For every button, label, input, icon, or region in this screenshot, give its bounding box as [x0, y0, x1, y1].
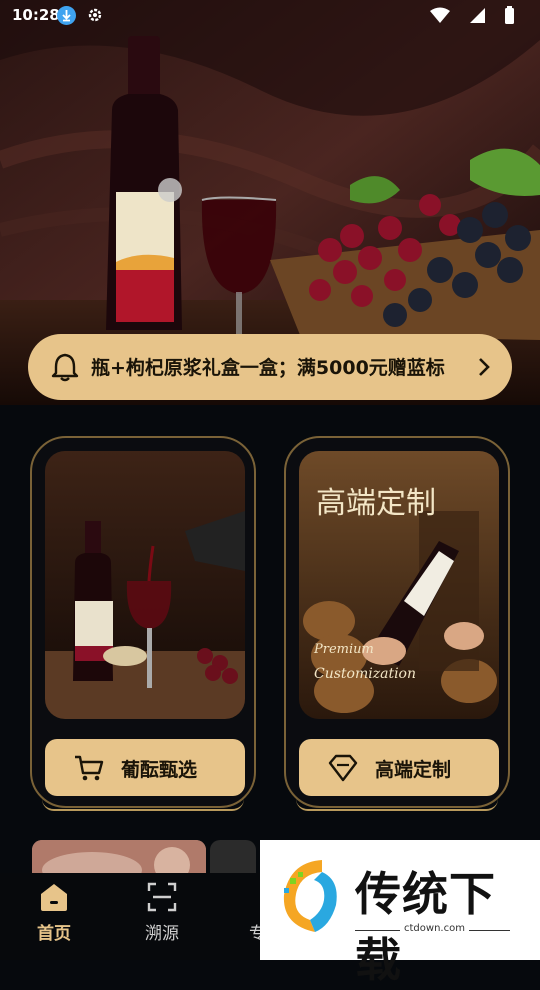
wine-selection-card[interactable]: 葡酝甄选 — [30, 436, 256, 811]
wifi-icon — [430, 7, 450, 23]
wine-selection-label: 葡酝甄选 — [121, 759, 198, 781]
tab-trace-label: 溯源 — [145, 924, 179, 944]
status-bar: 10:28 — [0, 0, 540, 32]
diamond-icon — [328, 754, 358, 782]
home-icon — [41, 884, 67, 911]
announcement-bar[interactable]: 瓶+枸杞原浆礼盒一盒；满5000元赠蓝标 — [28, 334, 512, 400]
watermark-logo-icon — [283, 860, 337, 932]
status-time: 10:28 — [12, 6, 60, 24]
card-glow — [296, 799, 498, 811]
card-glow — [42, 799, 244, 811]
scan-icon — [147, 882, 177, 912]
custom-image-subtitle-2: Customization — [314, 666, 416, 682]
battery-icon — [505, 8, 514, 24]
wine-selection-button[interactable]: 葡酝甄选 — [45, 739, 245, 796]
bell-icon — [51, 353, 79, 382]
wine-selection-image[interactable] — [45, 451, 245, 719]
tab-home-label: 首页 — [37, 924, 71, 944]
chevron-right-icon[interactable] — [476, 356, 492, 378]
cart-icon — [75, 755, 104, 781]
download-icon — [57, 6, 76, 25]
announcement-text: 瓶+枸杞原浆礼盒一盒；满5000元赠蓝标 — [91, 357, 445, 379]
watermark-url: ctdown.com — [400, 923, 469, 934]
watermark: 传统下载 ctdown.com — [260, 840, 540, 987]
custom-label: 高端定制 — [375, 759, 452, 781]
custom-image-subtitle-1: Premium — [314, 642, 374, 657]
custom-image-title: 高端定制 — [316, 486, 436, 521]
tab-trace[interactable]: 溯源 — [122, 881, 202, 951]
signal-icon — [470, 8, 485, 23]
settings-icon — [88, 8, 102, 22]
system-icons — [430, 6, 514, 24]
custom-button[interactable]: 高端定制 — [299, 739, 499, 796]
tab-home[interactable]: 首页 — [14, 881, 94, 951]
custom-card[interactable]: 高端定制 Premium Customization 高端定制 — [284, 436, 510, 811]
